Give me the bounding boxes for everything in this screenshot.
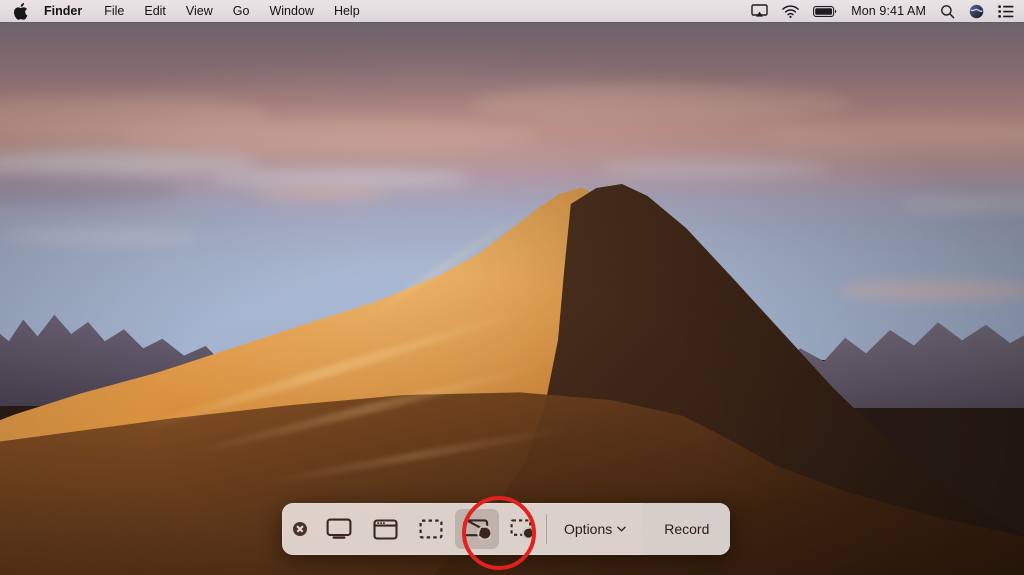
- control-center-icon[interactable]: [998, 5, 1014, 18]
- options-label: Options: [564, 521, 612, 537]
- cloud: [470, 86, 850, 124]
- screenshot-toolbar: Options Record: [282, 503, 730, 555]
- capture-selected-window-button[interactable]: [363, 509, 407, 549]
- close-button-wrap: [282, 503, 316, 555]
- close-icon[interactable]: [293, 522, 307, 536]
- window-icon: [373, 519, 398, 540]
- cloud: [840, 280, 1024, 300]
- record-selected-portion-button[interactable]: [501, 509, 545, 549]
- desktop-screen: Finder File Edit View Go Window Help: [0, 0, 1024, 575]
- airplay-icon[interactable]: [751, 4, 768, 18]
- apple-logo-icon: [13, 3, 28, 20]
- menu-bar-left: Finder File Edit View Go Window Help: [0, 0, 370, 22]
- menu-bar-status-area: Mon 9:41 AM: [751, 4, 1024, 19]
- siri-icon[interactable]: [969, 4, 984, 19]
- chevron-down-icon: [617, 526, 626, 532]
- battery-icon[interactable]: [813, 6, 837, 17]
- display-icon: [326, 518, 352, 540]
- menu-item-window[interactable]: Window: [259, 0, 323, 22]
- record-entire-screen-button[interactable]: [455, 509, 499, 549]
- capture-selected-portion-button[interactable]: [409, 509, 453, 549]
- cloud: [120, 118, 540, 152]
- selection-rect-icon: [419, 519, 443, 539]
- menu-item-file[interactable]: File: [94, 0, 134, 22]
- menu-item-edit[interactable]: Edit: [134, 0, 176, 22]
- capture-entire-screen-button[interactable]: [317, 509, 361, 549]
- cloud: [210, 168, 470, 188]
- menu-item-view[interactable]: View: [176, 0, 223, 22]
- apple-menu[interactable]: [13, 3, 36, 20]
- record-label: Record: [664, 521, 709, 537]
- menu-bar: Finder File Edit View Go Window Help: [0, 0, 1024, 22]
- desktop-wallpaper: [0, 0, 1024, 575]
- record-selection-icon: [510, 519, 536, 539]
- cloud: [600, 160, 830, 178]
- record-display-icon: [463, 518, 491, 540]
- menu-bar-clock[interactable]: Mon 9:41 AM: [851, 4, 926, 18]
- menu-item-help[interactable]: Help: [324, 0, 370, 22]
- menu-item-go[interactable]: Go: [223, 0, 260, 22]
- menu-item-finder[interactable]: Finder: [36, 0, 94, 22]
- cloud: [0, 228, 200, 244]
- cloud: [250, 186, 390, 200]
- wifi-icon[interactable]: [782, 5, 799, 18]
- options-button[interactable]: Options: [547, 503, 643, 555]
- capture-mode-group: [316, 503, 546, 555]
- search-icon[interactable]: [940, 4, 955, 19]
- record-button[interactable]: Record: [643, 503, 730, 555]
